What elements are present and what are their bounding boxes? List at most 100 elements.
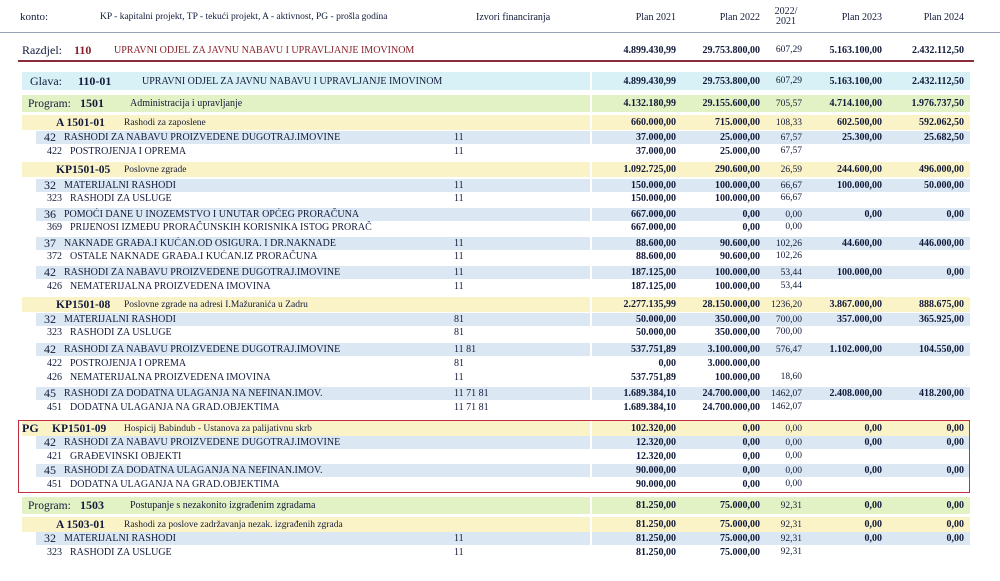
plan-2024 bbox=[886, 192, 964, 204]
index-2022-2021: 1462,07 bbox=[771, 402, 802, 412]
table-row-program: Program: 1501 Administracija i upravljanje… bbox=[0, 95, 1000, 112]
razdjel-label: Razdjel: bbox=[22, 42, 62, 57]
account-code: 42 bbox=[44, 343, 56, 356]
plan-2021: 50.000,00 bbox=[636, 314, 676, 325]
table-row-l2: 32 MATERIJALNI RASHODI 11 150.000,00 100.000… bbox=[0, 179, 1000, 192]
glava-code: 110-01 bbox=[78, 73, 112, 88]
account-desc: MATERIJALNI RASHODI bbox=[64, 180, 176, 191]
funding-source: 11 bbox=[454, 180, 464, 191]
plan-2022: 90.600,00 bbox=[720, 238, 760, 249]
plan-2023: 0,00 bbox=[864, 500, 883, 511]
plan-2024: 1.976.737,50 bbox=[911, 98, 965, 109]
account-desc: RASHODI ZA NABAVU PROIZVEDENE DUGOTRAJ.I… bbox=[64, 344, 341, 355]
plan-2023: 244.600,00 bbox=[837, 164, 882, 175]
funding-source: 81 bbox=[454, 326, 464, 338]
subaccount-desc: PRIJENOSI IZMEĐU PRORAČUNSKIH KORISNIKA … bbox=[70, 221, 372, 233]
funding-source: 11 71 81 bbox=[454, 401, 489, 413]
plan-2022: 350.000,00 bbox=[715, 326, 760, 338]
plan-2024: 50.000,00 bbox=[924, 180, 964, 191]
plan-2023: 100.000,00 bbox=[837, 180, 882, 191]
program-desc: Administracija i upravljanje bbox=[130, 98, 243, 109]
activity-code: A 1501-01 bbox=[56, 116, 105, 129]
plan-2022: 25.000,00 bbox=[720, 132, 760, 143]
plan-2022: 100.000,00 bbox=[715, 267, 760, 278]
table-row-act: A 1501-01 Rashodi za zaposlene 660.000,00 7… bbox=[0, 115, 1000, 130]
plan-2023: 0,00 bbox=[864, 209, 883, 220]
glava-plan2021: 4.899.430,99 bbox=[623, 75, 677, 87]
table-row-l2: 37 NAKNADE GRAĐA.I KUĆAN.OD OSIGURA. I DR… bbox=[0, 237, 1000, 250]
table-row-l2: 42 RASHODI ZA NABAVU PROIZVEDENE DUGOTRAJ… bbox=[0, 131, 1000, 144]
index-2022-2021 bbox=[762, 357, 802, 369]
table-row-l2: 42 RASHODI ZA NABAVU PROIZVEDENE DUGOTRAJ… bbox=[0, 343, 1000, 356]
index-2022-2021: 1236,20 bbox=[771, 299, 802, 310]
header-index-bottom: 2021 bbox=[776, 16, 796, 27]
table-row-l3: 426 NEMATERIJALNA PROIZVEDENA IMOVINA 11 18… bbox=[0, 280, 1000, 292]
plan-2021: 2.277.135,99 bbox=[623, 299, 677, 310]
funding-source bbox=[452, 208, 592, 221]
plan-2021: 37.000,00 bbox=[636, 132, 676, 143]
index-2022-2021: 108,33 bbox=[775, 117, 802, 128]
plan-2024: 592.062,50 bbox=[919, 117, 964, 128]
plan-2022: 29.155.600,00 bbox=[702, 98, 761, 109]
plan-2024: 446.000,00 bbox=[919, 238, 964, 249]
plan-2024: 418.200,00 bbox=[919, 388, 964, 399]
funding-source bbox=[452, 115, 592, 130]
table-row-l3: 369 PRIJENOSI IZMEĐU PRORAČUNSKIH KORISNI… bbox=[0, 221, 1000, 233]
plan-2022: 28.150.000,00 bbox=[702, 299, 761, 310]
plan-2021: 1.689.384,10 bbox=[623, 388, 677, 399]
plan-2021: 37.000,00 bbox=[636, 145, 676, 157]
funding-source: 11 81 bbox=[454, 344, 477, 355]
account-code: 36 bbox=[44, 208, 56, 221]
subaccount-desc: RASHODI ZA USLUGE bbox=[70, 326, 172, 338]
plan-2024 bbox=[886, 357, 964, 369]
funding-source: 11 bbox=[454, 280, 464, 292]
account-code: 32 bbox=[44, 179, 56, 192]
plan-2022: 100.000,00 bbox=[715, 180, 760, 191]
account-desc: RASHODI ZA NABAVU PROIZVEDENE DUGOTRAJ.I… bbox=[64, 267, 341, 278]
table-row-l3: 422 POSTROJENJA I OPREMA 81 0,00 3.000.000,0… bbox=[0, 357, 1000, 369]
plan-2023 bbox=[806, 280, 882, 292]
table-row-l3: 372 OSTALE NAKNADE GRAĐA.I KUĆAN.IZ PRORA… bbox=[0, 250, 1000, 262]
plan-2024 bbox=[886, 326, 964, 338]
funding-source: 11 bbox=[454, 533, 464, 544]
plan-2024: 0,00 bbox=[946, 519, 965, 530]
razdjel-plan2022: 29.753.800,00 bbox=[702, 44, 761, 56]
plan-2021: 150.000,00 bbox=[631, 192, 676, 204]
plan-2023: 44.600,00 bbox=[842, 238, 882, 249]
index-2022-2021: 102,26 bbox=[775, 238, 802, 249]
table-row-l3: 323 RASHODI ZA USLUGE 81 50.000,00 350.000,0… bbox=[0, 326, 1000, 338]
funding-source bbox=[452, 497, 592, 514]
account-desc: RASHODI ZA NABAVU PROIZVEDENE DUGOTRAJ.I… bbox=[64, 132, 341, 143]
plan-2022: 715.000,00 bbox=[715, 117, 760, 128]
funding-source bbox=[452, 517, 592, 532]
plan-2022: 24.700.000,00 bbox=[702, 388, 761, 399]
index-2022-2021: 576,47 bbox=[775, 344, 802, 355]
program-desc: Postupanje s nezakonito izgrađenim zgrad… bbox=[130, 500, 316, 511]
plan-2023: 3.867.000,00 bbox=[829, 299, 883, 310]
plan-2022: 0,00 bbox=[742, 221, 761, 233]
activity-code: KP1501-08 bbox=[56, 298, 111, 311]
plan-2022: 0,00 bbox=[742, 209, 761, 220]
plan-2024: 496.000,00 bbox=[919, 164, 964, 175]
header-divider bbox=[0, 32, 1000, 33]
glava-plan2023: 5.163.100,00 bbox=[829, 75, 883, 87]
plan-2022: 25.000,00 bbox=[720, 145, 760, 157]
subaccount-desc: NEMATERIJALNA PROIZVEDENA IMOVINA bbox=[70, 371, 271, 383]
plan-2024: 104.550,00 bbox=[919, 344, 964, 355]
plan-2021: 660.000,00 bbox=[631, 117, 676, 128]
plan-2023 bbox=[806, 546, 882, 558]
razdjel-desc: UPRAVNI ODJEL ZA JAVNU NABAVU I UPRAVLJA… bbox=[114, 44, 415, 56]
plan-2024: 0,00 bbox=[946, 267, 965, 278]
subaccount-code: 426 bbox=[47, 371, 62, 383]
header-izvori: Izvori financiranja bbox=[476, 11, 551, 23]
activity-code: KP1501-05 bbox=[56, 163, 111, 176]
plan-2023 bbox=[806, 192, 882, 204]
plan-2022: 90.600,00 bbox=[720, 250, 760, 262]
program-code: 1501 bbox=[80, 96, 104, 110]
plan-2022: 100.000,00 bbox=[715, 280, 760, 292]
account-code: 42 bbox=[44, 266, 56, 279]
subaccount-code: 422 bbox=[47, 357, 62, 369]
plan-2021: 187.125,00 bbox=[631, 280, 676, 292]
plan-2021: 667.000,00 bbox=[631, 209, 676, 220]
subaccount-code: 372 bbox=[47, 250, 62, 262]
